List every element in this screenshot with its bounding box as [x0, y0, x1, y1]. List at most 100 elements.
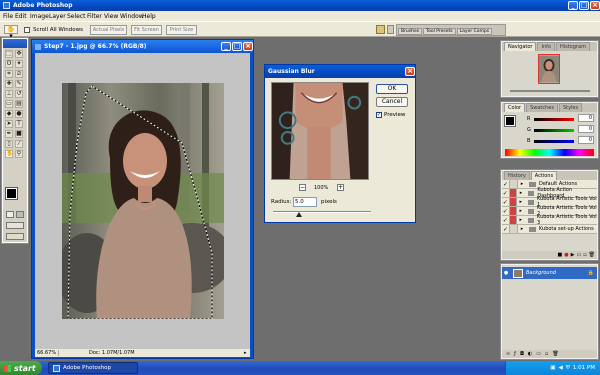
menu-file[interactable]: File	[3, 13, 13, 20]
screen-mode-icon[interactable]	[6, 222, 24, 229]
action-dialog-toggle[interactable]	[509, 198, 518, 206]
layer-comps-tab[interactable]: Layer Comps	[456, 28, 493, 35]
standard-mode-icon[interactable]	[6, 211, 14, 218]
play-icon[interactable]: ▶	[571, 252, 575, 258]
ok-button[interactable]: OK	[376, 84, 408, 94]
action-set-row[interactable]: ✓ ▸ Kubota Artistic Tools Vol 3	[502, 214, 597, 226]
eraser-tool-icon[interactable]: ▭	[5, 100, 13, 108]
layer-visibility-icon[interactable]: ●	[502, 270, 510, 276]
menu-help[interactable]: Help	[142, 13, 156, 20]
crop-tool-icon[interactable]: ⌗	[5, 70, 13, 78]
close-button[interactable]: ×	[590, 1, 600, 10]
trash-icon[interactable]: 🗑	[552, 351, 558, 357]
action-toggle-check[interactable]: ✓	[502, 216, 510, 224]
radius-slider-thumb[interactable]	[296, 212, 303, 217]
channel-r-value[interactable]: 0	[578, 114, 594, 122]
navigator-thumbnail[interactable]	[538, 54, 560, 84]
magic-wand-tool-icon[interactable]: ✦	[15, 60, 23, 68]
color-fg-swatch[interactable]	[504, 115, 516, 127]
healing-brush-tool-icon[interactable]: ✚	[5, 80, 13, 88]
action-toggle-check[interactable]: ✓	[502, 225, 510, 233]
marquee-tool-icon[interactable]: ⬚	[5, 50, 13, 58]
menu-filter[interactable]: Filter	[87, 13, 102, 20]
stop-icon[interactable]: ■	[558, 252, 563, 258]
preview-checkbox[interactable]: ✓	[376, 112, 382, 118]
menu-layer[interactable]: Layer	[49, 13, 66, 20]
type-tool-icon[interactable]: T	[15, 120, 23, 128]
history-brush-tool-icon[interactable]: ↺	[15, 90, 23, 98]
move-tool-icon[interactable]: ✥	[15, 50, 23, 58]
channel-r-slider[interactable]	[534, 118, 574, 121]
link-icon[interactable]: ∞	[506, 351, 510, 357]
group-icon[interactable]: ▭	[536, 351, 541, 357]
new-set-icon[interactable]: ▭	[577, 252, 582, 258]
action-toggle-check[interactable]: ✓	[502, 180, 510, 188]
tool-presets-tab[interactable]: Tool Presets	[423, 28, 456, 35]
tab-swatches[interactable]: Swatches	[526, 103, 558, 112]
brushes-tab[interactable]: Brushes	[398, 28, 423, 35]
adjustment-icon[interactable]: ◐	[528, 351, 532, 357]
start-button[interactable]: start	[0, 361, 42, 375]
tab-navigator[interactable]: Navigator	[504, 42, 537, 51]
menu-view[interactable]: View	[104, 13, 118, 20]
tab-history[interactable]: History	[504, 171, 530, 180]
slice-tool-icon[interactable]: ⧄	[15, 70, 23, 78]
channel-g-value[interactable]: 0	[578, 125, 594, 133]
action-toggle-check[interactable]: ✓	[502, 189, 510, 197]
palette-toggle-icon[interactable]	[387, 25, 394, 34]
print-size-button[interactable]: Print Size	[166, 25, 197, 35]
tray-security-icon[interactable]: ⛨	[566, 365, 570, 372]
blur-tool-icon[interactable]: ◆	[5, 110, 13, 118]
action-dialog-toggle[interactable]	[509, 207, 518, 215]
path-selection-tool-icon[interactable]: ➤	[5, 120, 13, 128]
action-dialog-toggle[interactable]	[509, 216, 518, 224]
tray-network-icon[interactable]: ▣	[550, 365, 555, 371]
color-spectrum-bar[interactable]	[505, 149, 594, 156]
clone-stamp-tool-icon[interactable]: ⊥	[5, 90, 13, 98]
canvas-area[interactable]	[35, 53, 250, 349]
menu-edit[interactable]: Edit	[15, 13, 27, 20]
menu-image[interactable]: Image	[30, 13, 49, 20]
expand-triangle-icon[interactable]: ▸	[518, 226, 526, 232]
delete-icon[interactable]: 🗑	[589, 252, 595, 258]
layer-row-background[interactable]: ● Background 🔒	[502, 267, 597, 279]
zoom-in-button[interactable]: +	[337, 184, 344, 191]
expand-triangle-icon[interactable]: ▸	[517, 199, 524, 205]
eyedropper-tool-icon[interactable]: ⁄	[15, 140, 23, 148]
tab-color[interactable]: Color	[504, 103, 526, 112]
navigator-zoom-slider[interactable]	[510, 90, 590, 92]
new-layer-icon[interactable]: ▫	[545, 351, 548, 357]
cancel-button[interactable]: Cancel	[376, 97, 408, 107]
zoom-out-button[interactable]: −	[299, 184, 306, 191]
menu-select[interactable]: Select	[67, 13, 86, 20]
action-toggle-check[interactable]: ✓	[502, 198, 510, 206]
brush-tool-icon[interactable]: ✎	[15, 80, 23, 88]
status-arrow-icon[interactable]: ▸	[244, 350, 250, 356]
expand-triangle-icon[interactable]: ▸	[517, 190, 525, 196]
minimize-button[interactable]: _	[568, 1, 578, 10]
channel-b-value[interactable]: 0	[578, 136, 594, 144]
hand-tool-preset-icon[interactable]: ✋▾	[4, 25, 18, 40]
radius-input[interactable]: 5.0	[293, 197, 317, 207]
action-dialog-toggle[interactable]	[509, 189, 518, 197]
blur-preview-image[interactable]	[271, 82, 369, 180]
action-toggle-check[interactable]: ✓	[502, 207, 510, 215]
tab-actions[interactable]: Actions	[530, 171, 558, 180]
actual-pixels-button[interactable]: Actual Pixels	[90, 25, 127, 35]
expand-triangle-icon[interactable]: ▸	[517, 217, 524, 223]
maximize-button[interactable]: □	[579, 1, 589, 10]
menu-window[interactable]: Window	[120, 13, 144, 20]
dodge-tool-icon[interactable]: ●	[15, 110, 23, 118]
action-set-row[interactable]: ✓ ▸ Kubota set-up Actions	[502, 225, 597, 234]
jump-to-imageready-icon[interactable]	[6, 233, 24, 240]
tab-styles[interactable]: Styles	[558, 103, 583, 112]
tray-clock[interactable]: 1:01 PM	[573, 365, 595, 371]
channel-b-slider[interactable]	[534, 140, 574, 143]
tab-histogram[interactable]: Histogram	[555, 42, 590, 51]
action-dialog-toggle[interactable]	[510, 225, 518, 233]
zoom-tool-icon[interactable]: ⚲	[15, 150, 23, 158]
record-icon[interactable]: ●	[564, 252, 568, 258]
shape-tool-icon[interactable]: ■	[15, 130, 23, 138]
channel-g-slider[interactable]	[534, 129, 574, 132]
scroll-all-windows-checkbox[interactable]	[24, 27, 30, 33]
